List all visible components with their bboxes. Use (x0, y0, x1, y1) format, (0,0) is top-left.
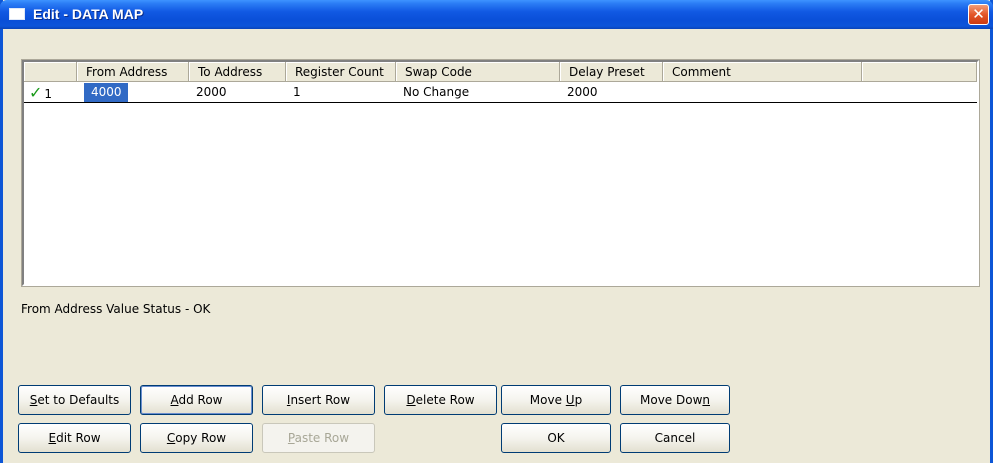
status-text: From Address Value Status - OK (21, 302, 211, 316)
move-down-button[interactable]: Move Down (620, 385, 730, 415)
button-label-key: C (166, 431, 176, 445)
button-label-pre: Move (529, 393, 566, 407)
check-icon: ✓ (29, 83, 43, 102)
move-up-button[interactable]: Move Up (501, 385, 611, 415)
insert-row-button[interactable]: Insert Row (262, 385, 375, 415)
delete-row-button[interactable]: Delete Row (384, 385, 497, 415)
cell-delay-preset[interactable]: 2000 (560, 83, 663, 102)
button-label-pre: Move Dow (640, 393, 703, 407)
window-title: Edit - DATA MAP (33, 6, 144, 22)
column-header-from-address[interactable]: From Address (77, 62, 189, 82)
button-label-key: D (406, 393, 416, 407)
cancel-button[interactable]: Cancel (620, 423, 730, 453)
title-bar[interactable]: Edit - DATA MAP ✕ (0, 0, 993, 29)
button-label-post: aste Row (294, 431, 350, 445)
cell-swap-code[interactable]: No Change (396, 83, 560, 102)
button-label-key: E (48, 431, 57, 445)
column-header-comment[interactable]: Comment (663, 62, 862, 82)
button-label-post: p (574, 393, 583, 407)
set-to-defaults-button[interactable]: Set to Defaults (18, 385, 131, 415)
cell-to-address[interactable]: 2000 (189, 83, 286, 102)
grid-header: From Address To Address Register Count S… (24, 62, 977, 82)
button-label-post: et to Defaults (37, 393, 120, 407)
row-number-header (24, 62, 77, 82)
row-number: 1 (44, 87, 53, 101)
column-header-to-address[interactable]: To Address (189, 62, 286, 82)
button-label-post: dit Row (56, 431, 101, 445)
copy-row-button[interactable]: Copy Row (140, 423, 253, 453)
column-header-filler (862, 62, 977, 82)
row-number-cell[interactable]: ✓ 1 (24, 83, 77, 102)
ok-button[interactable]: OK (501, 423, 611, 453)
button-label-post: nsert Row (290, 393, 351, 407)
edit-row-button[interactable]: Edit Row (18, 423, 131, 453)
cell-comment[interactable] (663, 83, 862, 102)
column-header-swap-code[interactable]: Swap Code (396, 62, 560, 82)
edit-data-map-dialog: Edit - DATA MAP ✕ From Address To Addres… (0, 0, 993, 463)
window-icon (9, 8, 25, 20)
button-label-key: n (702, 393, 710, 407)
close-button[interactable]: ✕ (968, 4, 989, 25)
cell-from-address[interactable]: 4000 (84, 83, 128, 102)
button-label-key: U (565, 393, 575, 407)
column-header-register-count[interactable]: Register Count (286, 62, 396, 82)
table-row[interactable]: ✓ 1 4000 2000 1 No Change 2000 (24, 83, 977, 103)
column-header-delay-preset[interactable]: Delay Preset (560, 62, 663, 82)
button-label-post: opy Row (175, 431, 227, 445)
cell-register-count[interactable]: 1 (286, 83, 396, 102)
data-map-grid[interactable]: From Address To Address Register Count S… (21, 59, 980, 287)
paste-row-button[interactable]: Paste Row (262, 423, 375, 453)
add-row-button[interactable]: Add Row (140, 385, 253, 415)
button-label-post: elete Row (415, 393, 475, 407)
button-label-key: P (287, 431, 295, 445)
button-label-post: dd Row (178, 393, 223, 407)
